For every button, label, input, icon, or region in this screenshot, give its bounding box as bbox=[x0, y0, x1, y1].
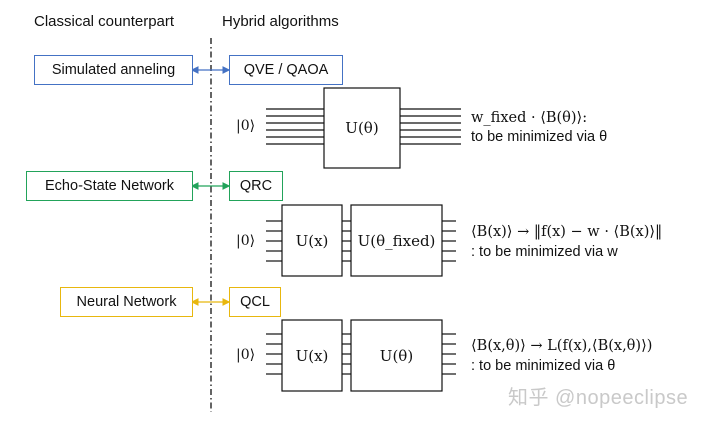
classical-box-neural-network: Neural Network bbox=[60, 287, 193, 317]
input-ket-2: |0⟩ bbox=[236, 233, 256, 249]
hybrid-box-qrc: QRC bbox=[229, 171, 283, 201]
gate-label-3a: U(x) bbox=[295, 346, 329, 365]
circuit-1-objective: to be minimized via θ bbox=[471, 129, 608, 145]
circuit-2-objective: : to be minimized via w bbox=[471, 244, 618, 260]
classical-box-simulated-annealing: Simulated anneling bbox=[34, 55, 193, 85]
hybrid-box-qve-qaoa: QVE / QAOA bbox=[229, 55, 343, 85]
circuit-1-expression: w_fixed · ⟨B(θ)⟩: bbox=[471, 110, 588, 126]
gate-label-2b: U(θ_fixed) bbox=[357, 231, 436, 250]
gate-label-3b: U(θ) bbox=[379, 346, 414, 365]
gate-label-1a: U(θ) bbox=[345, 119, 379, 137]
input-ket-3: |0⟩ bbox=[236, 347, 256, 363]
input-ket-1: |0⟩ bbox=[236, 118, 256, 134]
gate-label-2a: U(x) bbox=[295, 231, 329, 250]
classical-box-echo-state-network: Echo-State Network bbox=[26, 171, 193, 201]
circuit-3-expression: ⟨B(x,θ)⟩ → L(f(x),⟨B(x,θ)⟩) bbox=[471, 338, 653, 354]
circuit-3-objective: : to be minimized via θ bbox=[471, 358, 616, 374]
watermark: 知乎 @nopeeclipse bbox=[508, 387, 689, 409]
circuit-2-expression: ⟨B(x)⟩ → ‖f(x) − w · ⟨B(x)⟩‖ bbox=[471, 224, 663, 240]
hybrid-box-qcl: QCL bbox=[229, 287, 281, 317]
